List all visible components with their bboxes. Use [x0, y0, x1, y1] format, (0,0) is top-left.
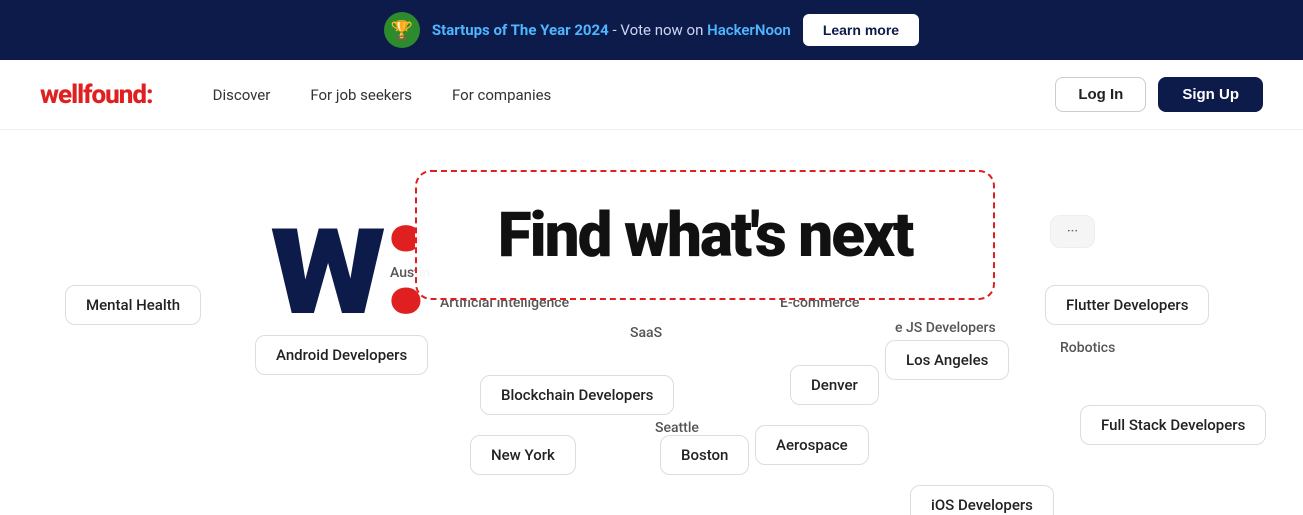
banner-title: Startups of The Year 2024 — [432, 21, 609, 39]
nav-actions: Log In Sign Up — [1055, 77, 1263, 112]
tag-denver[interactable]: Denver — [790, 365, 879, 405]
hero-headline: Find what's next — [498, 199, 913, 272]
tag-full-stack-developers[interactable]: Full Stack Developers — [1080, 405, 1266, 445]
tag-mental-health[interactable]: Mental Health — [65, 285, 201, 325]
watermark-w: w — [270, 166, 382, 353]
tag-aerospace[interactable]: Aerospace — [755, 425, 869, 465]
logo: wellfound: — [40, 80, 153, 110]
top-banner: 🏆 Startups of The Year 2024 - Vote now o… — [0, 0, 1303, 60]
nav-job-seekers[interactable]: For job seekers — [310, 86, 412, 104]
signup-button[interactable]: Sign Up — [1158, 77, 1263, 112]
logo-text: wellfound — [40, 80, 146, 110]
nav-companies[interactable]: For companies — [452, 86, 551, 104]
nav-discover[interactable]: Discover — [213, 86, 271, 104]
tag-saas[interactable]: SaaS — [610, 315, 682, 351]
tag-ios-developers[interactable]: iOS Developers — [910, 485, 1054, 515]
tag-robotics[interactable]: Robotics — [1040, 330, 1135, 366]
tag-flutter-developers[interactable]: Flutter Developers — [1045, 285, 1209, 325]
tag-new-york[interactable]: New York — [470, 435, 576, 475]
tag-android-developers[interactable]: Android Developers — [255, 335, 428, 375]
navbar: wellfound: Discover For job seekers For … — [0, 60, 1303, 130]
nav-links: Discover For job seekers For companies — [213, 86, 1056, 104]
banner-text: Startups of The Year 2024 - Vote now on … — [432, 21, 791, 39]
login-button[interactable]: Log In — [1055, 77, 1146, 112]
tag-boston[interactable]: Boston — [660, 435, 749, 475]
learn-more-button[interactable]: Learn more — [803, 14, 919, 46]
banner-icon: 🏆 — [384, 12, 420, 48]
tag-blockchain-developers[interactable]: Blockchain Developers — [480, 375, 674, 415]
tag-los-angeles[interactable]: Los Angeles — [885, 340, 1009, 380]
search-box[interactable]: Find what's next — [415, 170, 995, 300]
hackernoon-label: HackerNoon — [707, 21, 791, 39]
top-right-pill: ··· — [1050, 215, 1095, 248]
banner-middle: - Vote now on — [612, 21, 707, 39]
hero-section: w: Find what's next ··· Mental Health Au… — [0, 130, 1303, 515]
logo-colon: : — [146, 80, 153, 110]
